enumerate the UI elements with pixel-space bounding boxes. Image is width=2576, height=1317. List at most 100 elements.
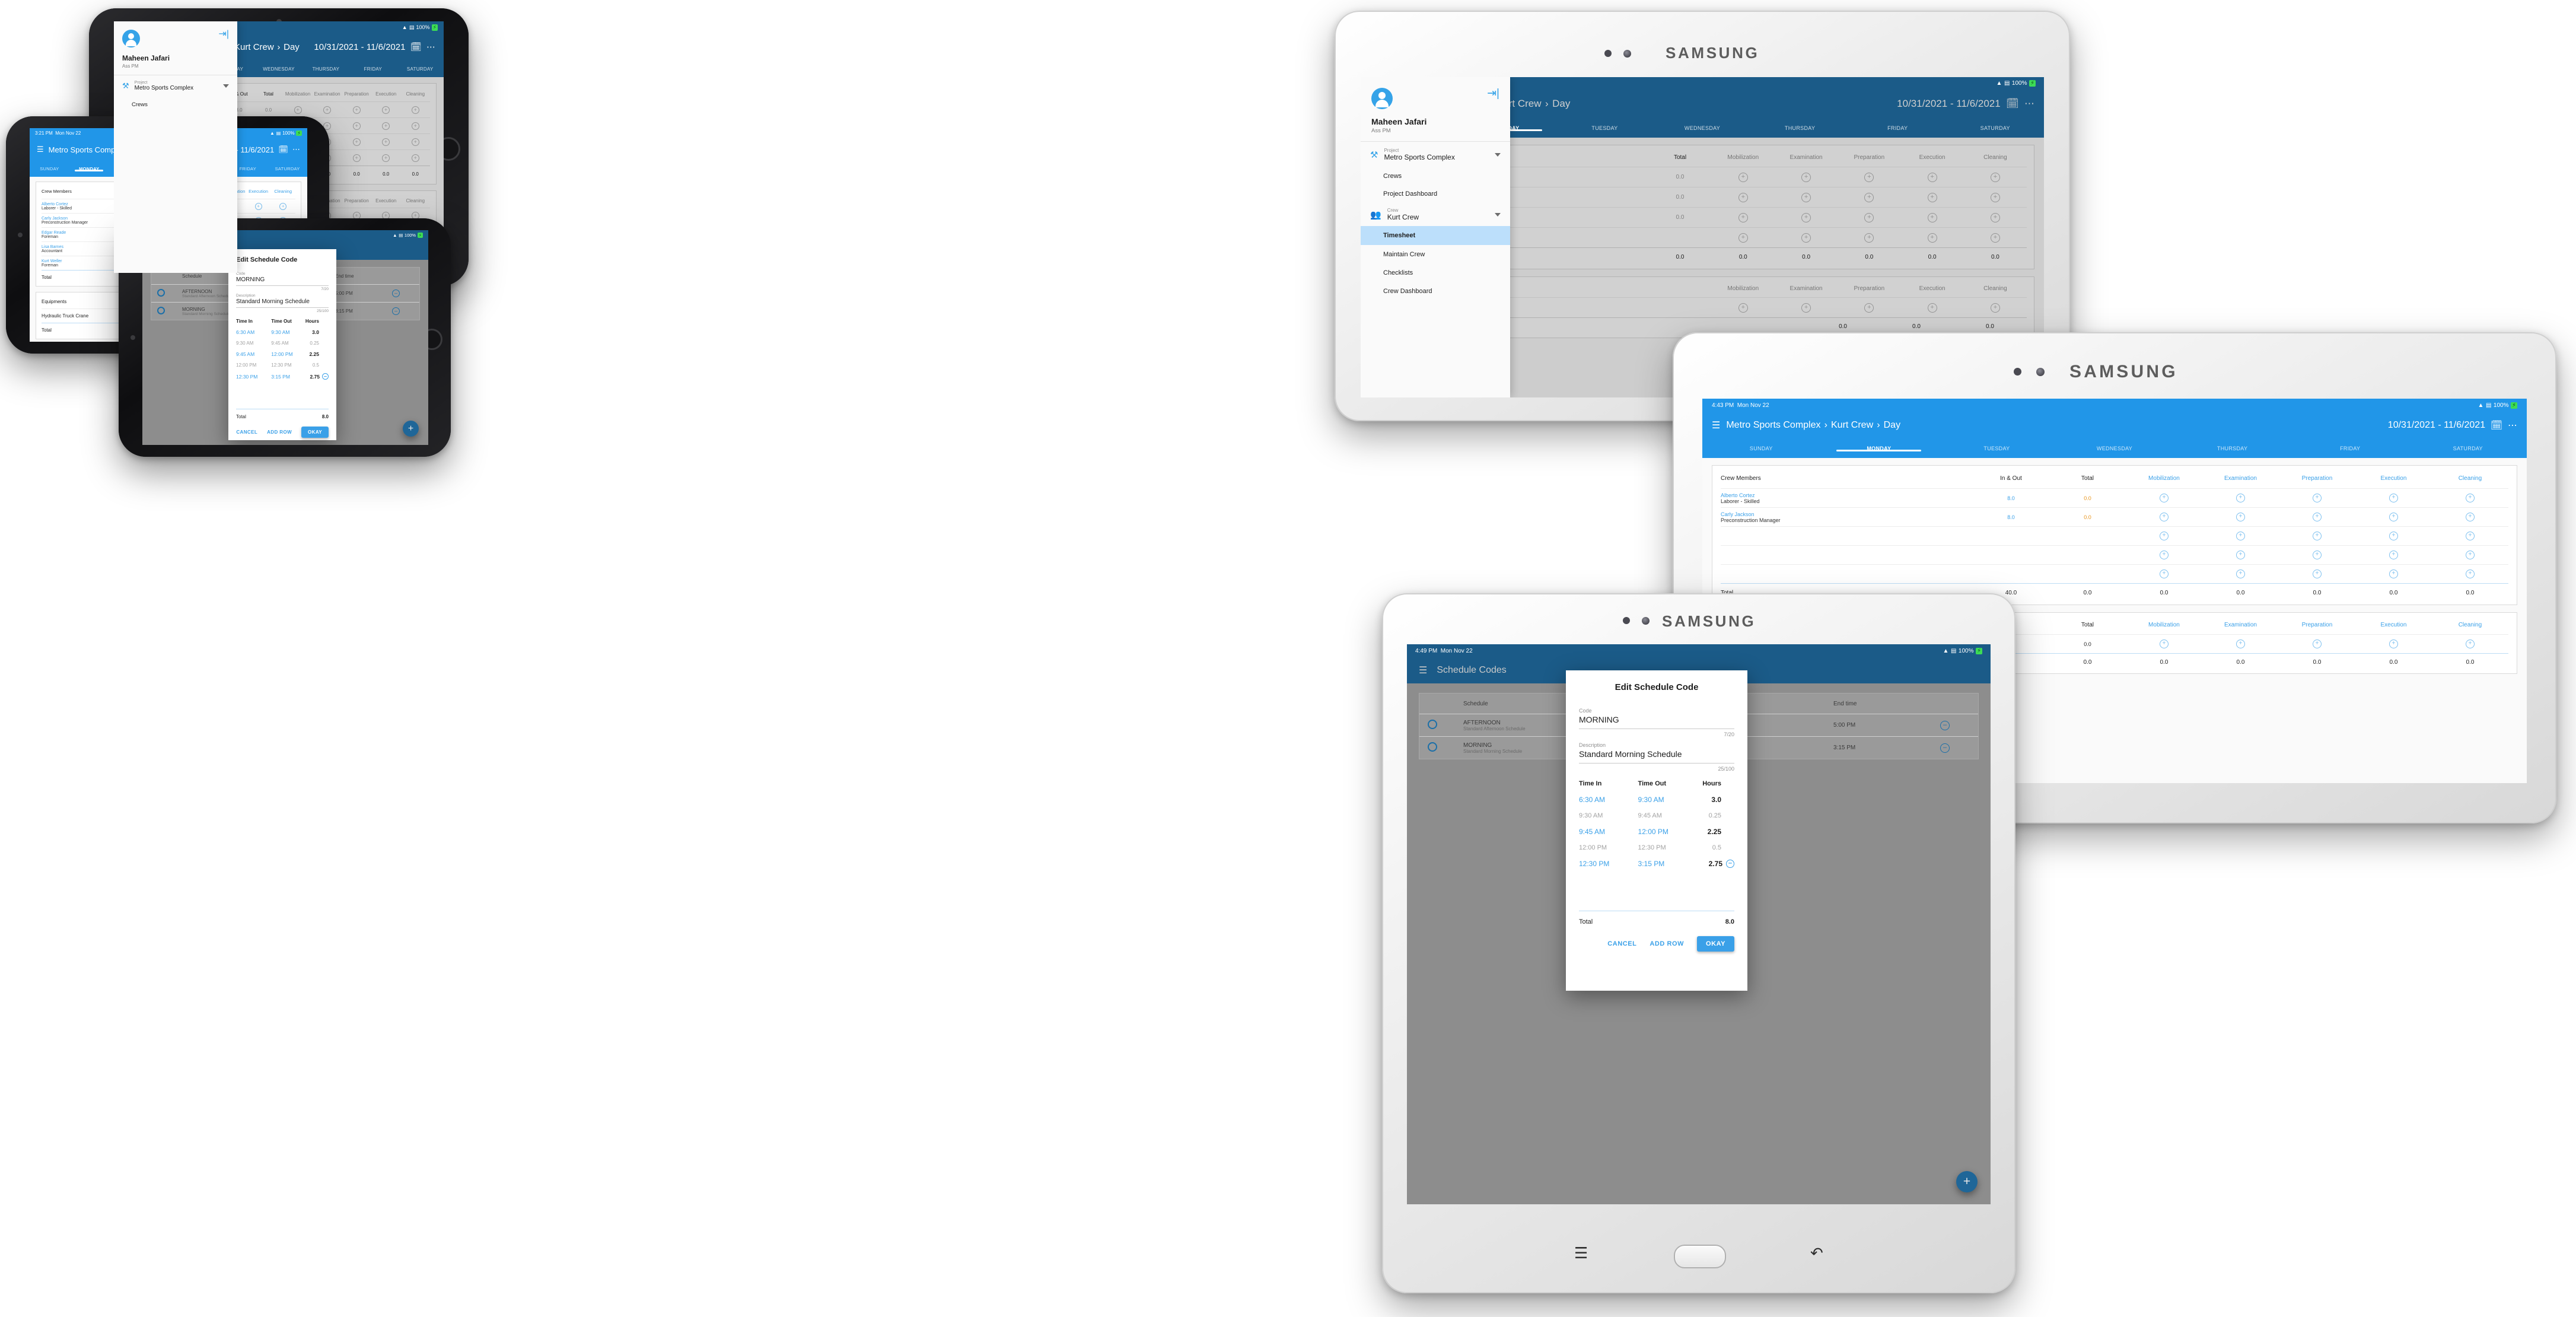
tab-tuesday[interactable]: TUESDAY [1938, 446, 2056, 451]
plus-circle-icon[interactable]: + [1801, 233, 1811, 243]
time-out[interactable]: 9:45 AM [1638, 812, 1691, 819]
sidebar-item-project-dashboard[interactable]: Project Dashboard [1361, 185, 1510, 203]
tab-saturday[interactable]: SATURDAY [1946, 125, 2044, 131]
plus-circle-icon[interactable]: + [382, 106, 390, 114]
chevron-down-icon[interactable] [1495, 152, 1501, 157]
plus-circle-icon[interactable]: + [2465, 551, 2475, 559]
tab-monday[interactable]: MONDAY [69, 166, 109, 171]
more-vert-icon[interactable]: ⋯ [2508, 419, 2517, 431]
description-input[interactable]: Standard Morning Schedule [236, 298, 329, 305]
plus-circle-icon[interactable]: + [352, 106, 361, 114]
sidebar-item-crews[interactable]: Crews [114, 97, 237, 113]
plus-circle-icon[interactable]: + [352, 122, 361, 130]
calendar-icon[interactable]: 🗓 [2006, 98, 2019, 110]
plus-circle-icon[interactable]: + [2312, 513, 2322, 521]
back-icon[interactable]: ↶ [1810, 1244, 1823, 1262]
minus-circle-icon[interactable]: – [322, 373, 329, 380]
time-row[interactable]: 12:30 PM 3:15 PM 2.75 – [1579, 860, 1734, 868]
time-row[interactable]: 9:45 AM 12:00 PM 2.25 [1579, 828, 1734, 836]
plus-circle-icon[interactable]: + [1801, 192, 1811, 202]
plus-circle-icon[interactable]: + [2465, 494, 2475, 502]
plus-circle-icon[interactable]: + [279, 202, 287, 210]
tab-friday[interactable]: FRIDAY [1849, 125, 1947, 131]
time-in[interactable]: 6:30 AM [1579, 796, 1638, 804]
crew-member-name[interactable]: Edgar Reade [42, 231, 123, 235]
plus-circle-icon[interactable]: + [2312, 640, 2322, 648]
breadcrumb-view[interactable]: Day [284, 42, 300, 52]
plus-circle-icon[interactable]: + [1801, 172, 1811, 182]
time-in[interactable]: 12:00 PM [236, 362, 271, 368]
time-row[interactable]: 9:30 AM 9:45 AM 0.25 [1579, 812, 1734, 819]
plus-circle-icon[interactable]: + [1990, 172, 2000, 182]
plus-circle-icon[interactable]: + [2465, 532, 2475, 540]
time-out[interactable]: 12:00 PM [271, 351, 303, 357]
plus-circle-icon[interactable]: + [2312, 570, 2322, 578]
plus-circle-icon[interactable]: + [1990, 303, 2000, 313]
plus-circle-icon[interactable]: + [2389, 513, 2398, 521]
plus-circle-icon[interactable]: + [1864, 303, 1874, 313]
logout-icon[interactable]: ⇥| [1487, 88, 1499, 99]
plus-circle-icon[interactable]: + [411, 138, 419, 146]
crew-member-name[interactable]: Carly Jackson [42, 217, 123, 221]
add-schedule-fab[interactable]: + [1956, 1171, 1978, 1192]
plus-circle-icon[interactable]: + [411, 154, 419, 162]
minus-circle-icon[interactable]: – [392, 290, 400, 297]
time-out[interactable]: 3:15 PM [271, 374, 303, 380]
calendar-icon[interactable]: 🗓 [278, 145, 288, 154]
plus-circle-icon[interactable]: + [1801, 303, 1811, 313]
time-out[interactable]: 3:15 PM [1638, 860, 1691, 868]
chevron-down-icon[interactable] [223, 84, 229, 88]
eye-icon[interactable] [1428, 742, 1437, 752]
minus-circle-icon[interactable]: – [1940, 720, 1950, 730]
plus-circle-icon[interactable]: + [1864, 233, 1874, 243]
plus-circle-icon[interactable]: + [2389, 570, 2398, 578]
plus-circle-icon[interactable]: + [2159, 551, 2169, 559]
plus-circle-icon[interactable]: + [2389, 640, 2398, 648]
hamburger-icon[interactable]: ☰ [1419, 664, 1427, 676]
plus-circle-icon[interactable]: + [352, 154, 361, 162]
tab-thursday[interactable]: THURSDAY [303, 66, 349, 72]
logout-icon[interactable]: ⇥| [218, 30, 229, 39]
plus-circle-icon[interactable]: + [2312, 532, 2322, 540]
cancel-button[interactable]: CANCEL [236, 430, 257, 435]
plus-circle-icon[interactable]: + [1738, 233, 1748, 243]
minus-circle-icon[interactable]: – [392, 307, 400, 315]
tab-wednesday[interactable]: WEDNESDAY [2056, 446, 2174, 451]
time-out[interactable]: 9:30 AM [271, 329, 303, 335]
cancel-button[interactable]: CANCEL [1607, 940, 1636, 947]
time-in[interactable]: 12:30 PM [1579, 860, 1638, 868]
plus-circle-icon[interactable]: + [2236, 494, 2245, 502]
plus-circle-icon[interactable]: + [2159, 494, 2169, 502]
breadcrumb-crew[interactable]: Kurt Crew [1831, 420, 1873, 431]
crew-member-name[interactable]: Alberto Cortez [42, 202, 123, 206]
plus-circle-icon[interactable]: + [2389, 551, 2398, 559]
time-in[interactable]: 6:30 AM [236, 329, 271, 335]
time-row[interactable]: 12:00 PM 12:30 PM 0.5 [1579, 844, 1734, 851]
table-row[interactable]: + + + + + [1721, 545, 2508, 564]
sidebar-item-timesheet[interactable]: Timesheet [1361, 226, 1510, 245]
drawer-project-selector[interactable]: ⚒ Project Metro Sports Complex [114, 75, 237, 97]
plus-circle-icon[interactable]: + [1927, 233, 1937, 243]
plus-circle-icon[interactable]: + [2312, 551, 2322, 559]
calendar-icon[interactable]: 🗓 [410, 42, 422, 52]
tab-saturday[interactable]: SATURDAY [397, 66, 444, 72]
time-in[interactable]: 9:45 AM [1579, 828, 1638, 836]
recents-icon[interactable]: ☰ [1574, 1244, 1588, 1262]
plus-circle-icon[interactable]: + [2465, 570, 2475, 578]
sidebar-item-crews[interactable]: Crews [1361, 167, 1510, 185]
code-input[interactable]: MORNING [1579, 715, 1734, 724]
time-out[interactable]: 12:30 PM [1638, 844, 1691, 851]
tab-wednesday[interactable]: WEDNESDAY [255, 66, 302, 72]
tab-sunday[interactable]: SUNDAY [1702, 446, 1820, 451]
breadcrumb-project[interactable]: Metro Sports Complex [1726, 420, 1820, 431]
plus-circle-icon[interactable]: + [2465, 640, 2475, 648]
plus-circle-icon[interactable]: + [1738, 212, 1748, 222]
plus-circle-icon[interactable]: + [1990, 233, 2000, 243]
time-in[interactable]: 12:30 PM [236, 374, 271, 380]
add-row-button[interactable]: ADD ROW [267, 430, 292, 435]
sidebar-item-maintain-crew[interactable]: Maintain Crew [1361, 245, 1510, 263]
drawer-crew-selector[interactable]: 👥 Crew Kurt Crew [1361, 203, 1510, 226]
table-row[interactable]: Carly Jackson Preconstruction Manager 8.… [1721, 507, 2508, 526]
sidebar-item-checklists[interactable]: Checklists [1361, 263, 1510, 282]
plus-circle-icon[interactable]: + [2389, 494, 2398, 502]
